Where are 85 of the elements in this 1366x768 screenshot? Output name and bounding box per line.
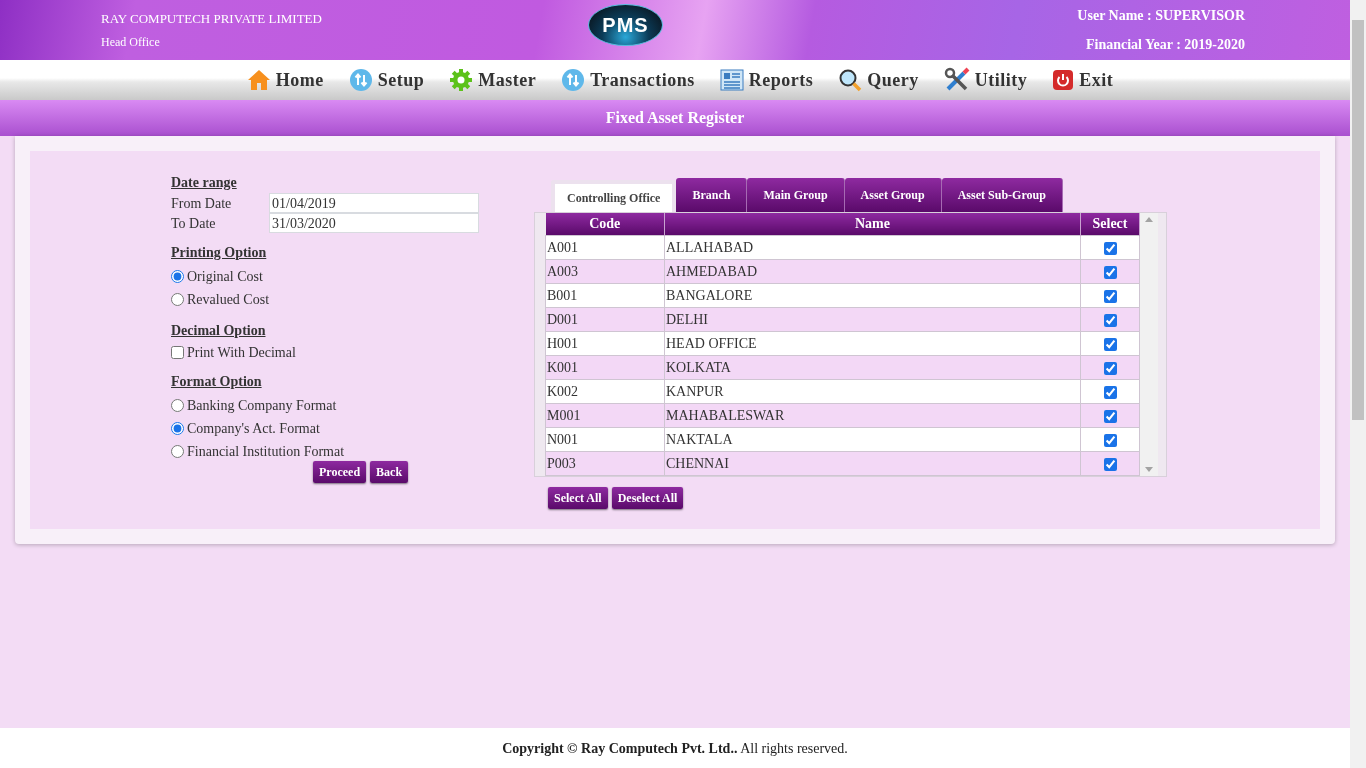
field-label: From Date xyxy=(171,194,233,213)
row-checkbox[interactable] xyxy=(1103,457,1117,471)
table-cell: H001 xyxy=(545,331,665,355)
table-cell: KANPUR xyxy=(664,379,1081,403)
menu-item[interactable]: Exit xyxy=(1052,66,1114,94)
tab[interactable]: Branch xyxy=(676,178,748,212)
table-cell: KOLKATA xyxy=(664,355,1081,379)
date-field[interactable]: 31/03/2020 xyxy=(269,213,479,233)
table-cell: ALLAHABAD xyxy=(664,235,1081,259)
home-icon xyxy=(246,68,271,92)
section-heading: Format Option xyxy=(171,373,263,391)
copyright-text: Copyright © Ray Computech Pvt. Ltd.. All rights reserved. xyxy=(502,739,848,758)
up-down-arrows-icon xyxy=(348,68,373,92)
tab[interactable]: Controlling Office xyxy=(551,180,677,212)
logo: PMS xyxy=(588,4,663,46)
tab[interactable]: Asset Group xyxy=(844,178,942,212)
table-cell: N001 xyxy=(545,427,665,451)
table-cell: P003 xyxy=(545,451,665,475)
table-cell: NAKTALA xyxy=(664,427,1081,451)
menu-item[interactable]: Query xyxy=(838,66,919,94)
office-name: Head Office xyxy=(101,33,161,51)
row-checkbox[interactable] xyxy=(1103,433,1117,447)
date-field[interactable]: 01/04/2019 xyxy=(269,193,479,213)
column-header: Select xyxy=(1080,213,1140,235)
button[interactable]: Proceed xyxy=(313,461,367,483)
report-icon xyxy=(719,69,744,91)
radio-button[interactable] xyxy=(171,445,184,458)
row-checkbox[interactable] xyxy=(1103,385,1117,399)
table-cell: B001 xyxy=(545,283,665,307)
financial-year: Financial Year : 2019-2020 xyxy=(1085,36,1245,54)
radio-button[interactable] xyxy=(171,422,184,435)
menu-item[interactable]: Transactions xyxy=(561,66,695,94)
radio-button[interactable] xyxy=(171,293,184,306)
menu-item[interactable]: Home xyxy=(246,66,324,94)
company-name: RAY COMPUTECH PRIVATE LIMITED xyxy=(101,10,322,29)
table-cell: A003 xyxy=(545,259,665,283)
button[interactable]: Select All xyxy=(548,486,608,509)
table-cell: K002 xyxy=(545,379,665,403)
table-cell: AHMEDABAD xyxy=(664,259,1081,283)
option-label: Print With Decimal xyxy=(187,344,296,362)
column-header: Code xyxy=(545,213,665,235)
table-cell: D001 xyxy=(545,307,665,331)
checkbox[interactable] xyxy=(171,346,184,359)
button[interactable]: Deselect All xyxy=(611,486,684,509)
gear-icon xyxy=(449,68,474,92)
radio-button[interactable] xyxy=(171,399,184,412)
column-header: Name xyxy=(664,213,1081,235)
up-down-arrows-icon xyxy=(561,68,586,92)
option-label: Company's Act. Format xyxy=(187,420,320,438)
row-checkbox[interactable] xyxy=(1103,241,1117,255)
menu-item[interactable]: Utility xyxy=(943,66,1028,94)
tab[interactable]: Main Group xyxy=(747,178,845,212)
page-title: Fixed Asset Register xyxy=(605,108,745,129)
tab[interactable]: Asset Sub-Group xyxy=(941,178,1063,212)
button[interactable]: Back xyxy=(370,461,409,483)
table-cell: HEAD OFFICE xyxy=(664,331,1081,355)
table-cell: K001 xyxy=(545,355,665,379)
option-label: Financial Institution Format xyxy=(187,443,345,461)
table-cell: CHENNAI xyxy=(664,451,1081,475)
row-checkbox[interactable] xyxy=(1103,313,1117,327)
table-cell: BANGALORE xyxy=(664,283,1081,307)
tools-icon xyxy=(943,67,970,93)
field-label: To Date xyxy=(171,214,217,233)
row-checkbox[interactable] xyxy=(1103,265,1117,279)
section-heading: Decimal Option xyxy=(171,322,267,340)
table-cell: M001 xyxy=(545,403,665,427)
row-checkbox[interactable] xyxy=(1103,337,1117,351)
row-checkbox[interactable] xyxy=(1103,289,1117,303)
table-cell: MAHABALESWAR xyxy=(664,403,1081,427)
option-label: Revalued Cost xyxy=(187,291,270,309)
row-checkbox[interactable] xyxy=(1103,361,1117,375)
menu-item[interactable]: Setup xyxy=(348,66,425,94)
power-icon xyxy=(1052,69,1075,91)
radio-button[interactable] xyxy=(171,270,184,283)
table-cell: DELHI xyxy=(664,307,1081,331)
menu-item[interactable]: Reports xyxy=(719,66,814,94)
table-cell: A001 xyxy=(545,235,665,259)
row-checkbox[interactable] xyxy=(1103,409,1117,423)
user-name: User Name : SUPERVISOR xyxy=(1077,7,1245,25)
section-heading: Printing Option xyxy=(171,244,268,262)
search-icon xyxy=(838,68,863,92)
option-label: Banking Company Format xyxy=(187,397,337,415)
menu-item[interactable]: Master xyxy=(449,66,537,94)
option-label: Original Cost xyxy=(187,268,263,286)
section-heading: Date range xyxy=(171,174,238,192)
